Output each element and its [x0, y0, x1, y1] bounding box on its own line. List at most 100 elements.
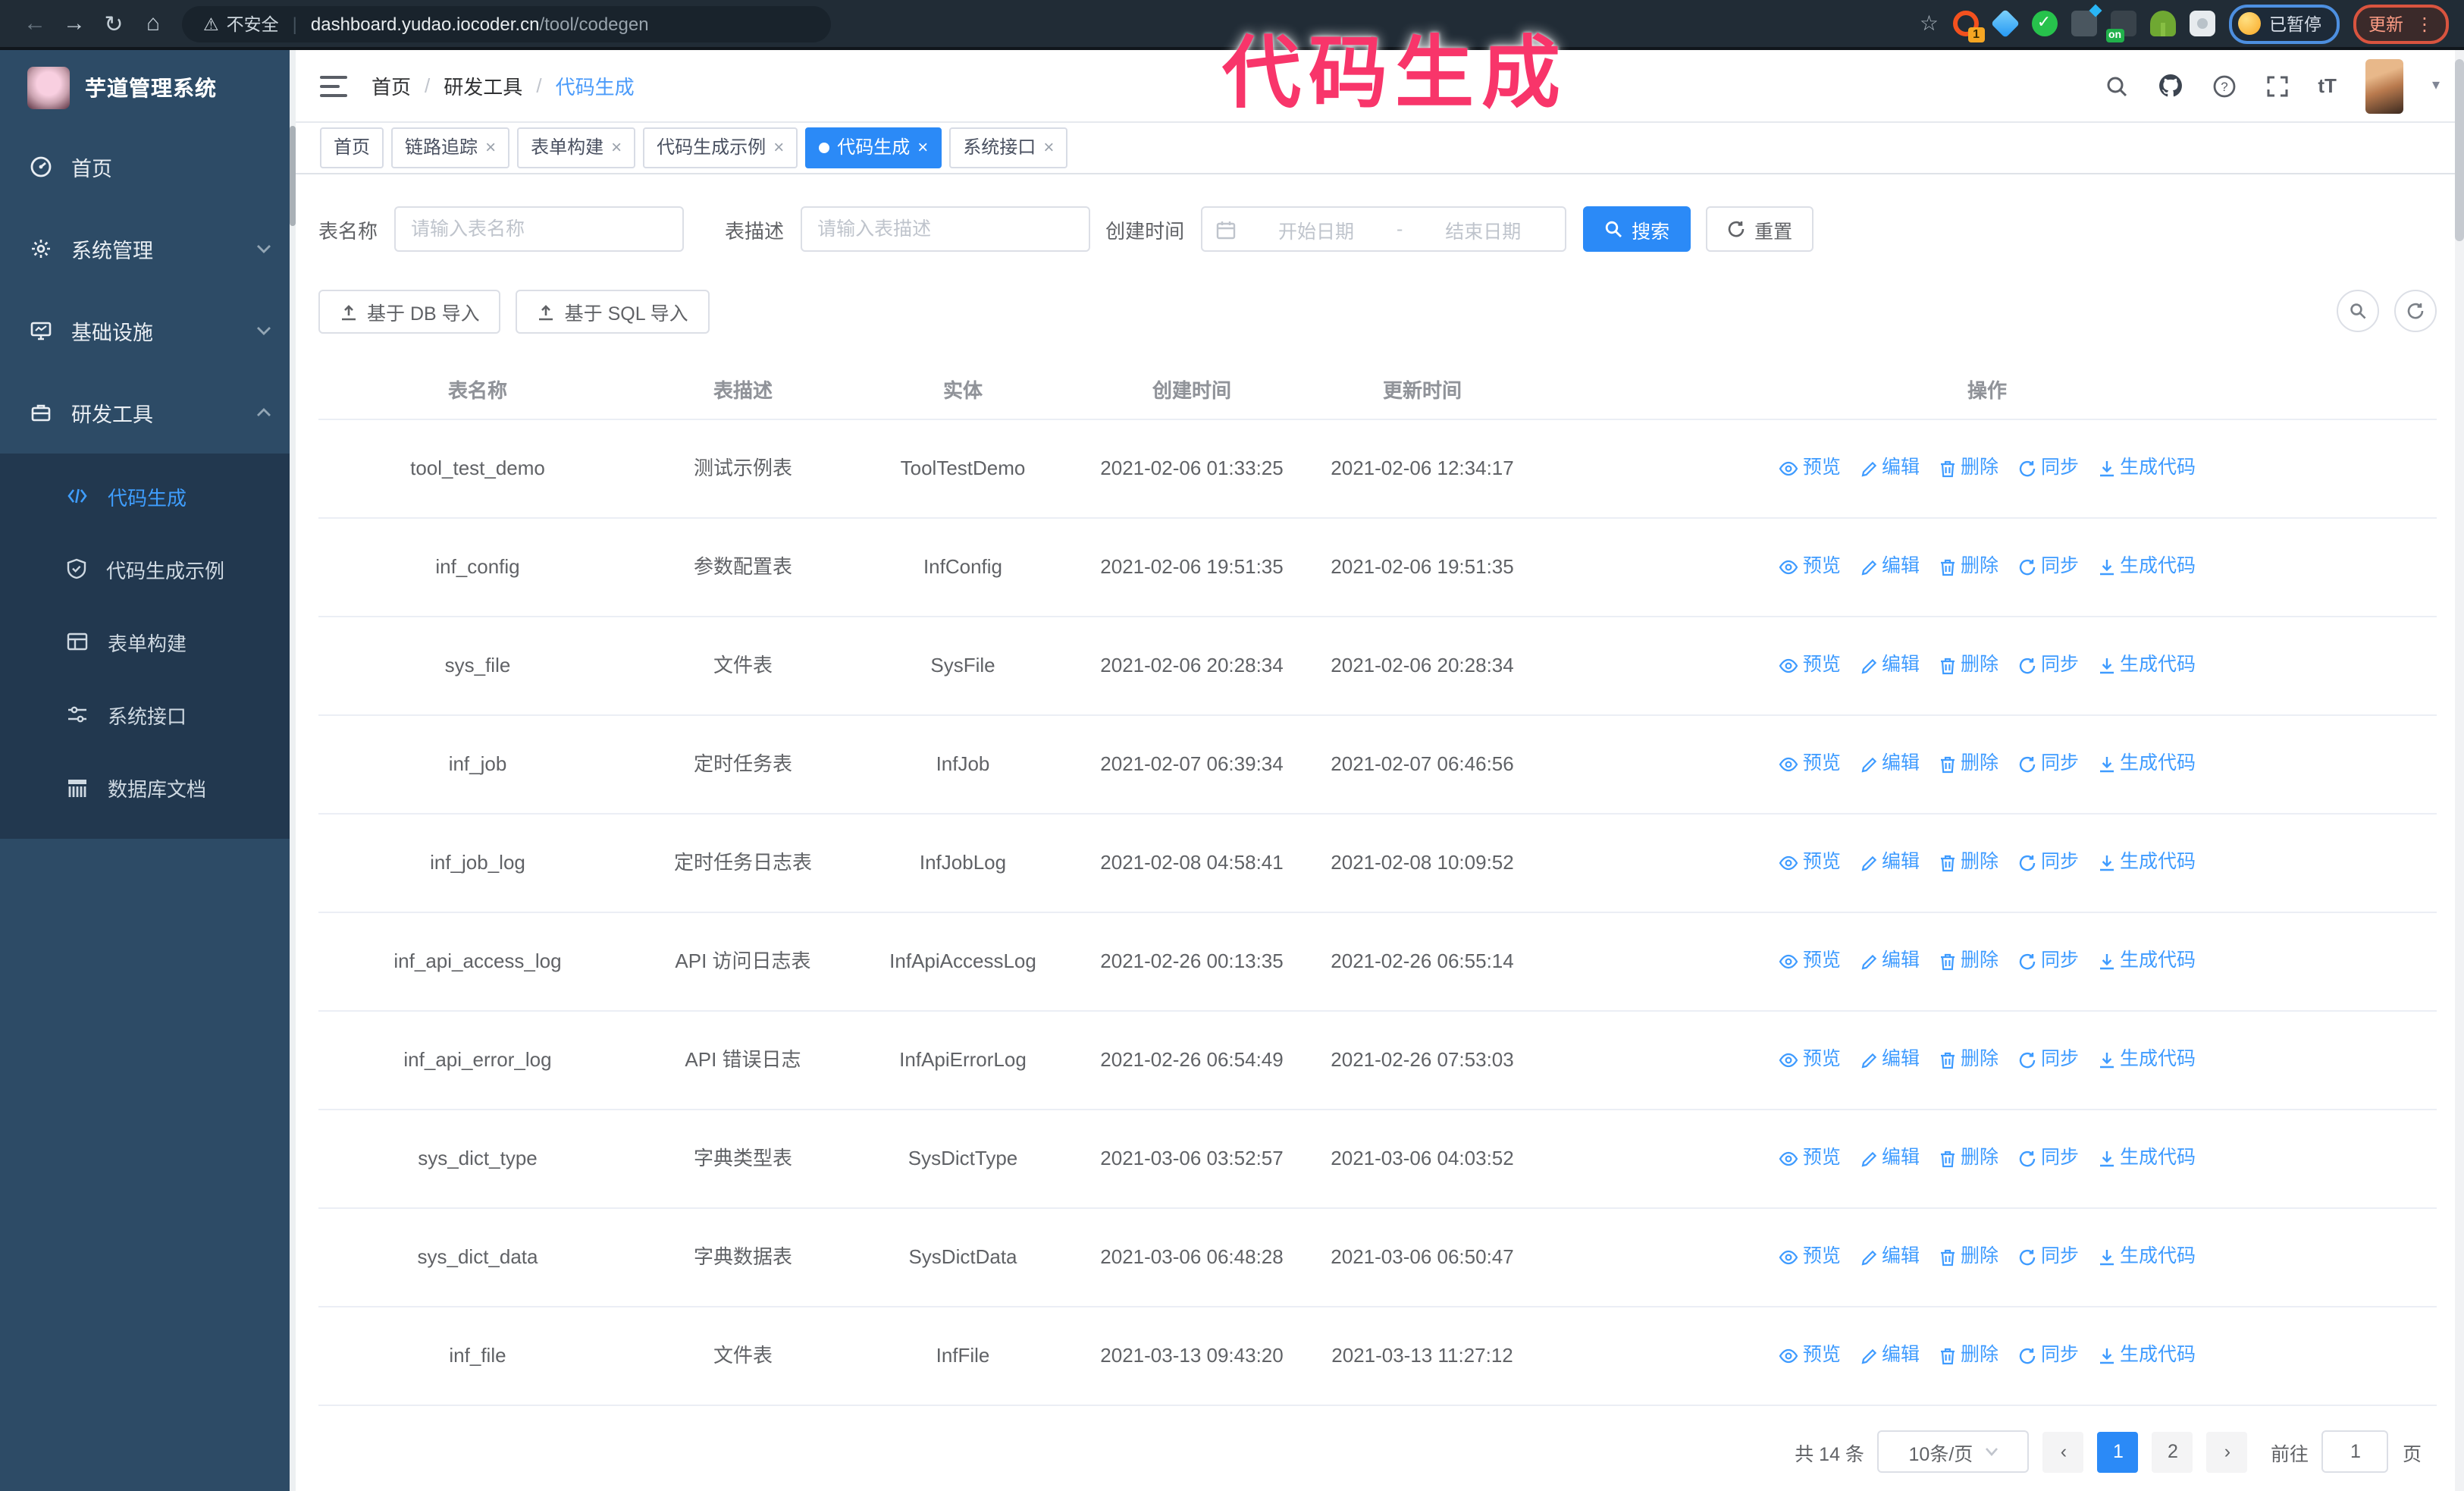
edit-link[interactable]: 编辑 [1861, 750, 1920, 780]
tab-home[interactable]: 首页 [320, 127, 384, 168]
generate-code-link[interactable]: 生成代码 [2099, 454, 2196, 484]
sidebar-item-codegen-example[interactable]: 代码生成示例 [0, 532, 296, 605]
preview-link[interactable]: 预览 [1779, 947, 1841, 977]
help-icon[interactable]: ? [2212, 74, 2236, 98]
address-bar[interactable]: ⚠ 不安全 | dashboard.yudao.iocoder.cn/tool/c… [182, 5, 831, 42]
generate-code-link[interactable]: 生成代码 [2099, 849, 2196, 878]
sync-link[interactable]: 同步 [2018, 454, 2079, 484]
preview-link[interactable]: 预览 [1779, 651, 1841, 681]
bookmark-star-icon[interactable]: ☆ [1920, 11, 1939, 36]
preview-link[interactable]: 预览 [1779, 750, 1841, 780]
sync-link[interactable]: 同步 [2018, 553, 2079, 582]
extensions-puzzle-icon[interactable] [2189, 11, 2215, 36]
search-button[interactable]: 搜索 [1583, 206, 1691, 252]
profile-paused-chip[interactable]: 已暂停 [2228, 4, 2340, 43]
close-icon[interactable]: × [485, 129, 496, 167]
generate-code-link[interactable]: 生成代码 [2099, 1342, 2196, 1371]
edit-link[interactable]: 编辑 [1861, 849, 1920, 878]
search-icon[interactable] [2104, 74, 2128, 98]
sidebar-item-codegen[interactable]: 代码生成 [0, 460, 296, 532]
page-2-button[interactable]: 2 [2152, 1431, 2193, 1472]
sync-link[interactable]: 同步 [2018, 750, 2079, 780]
sync-link[interactable]: 同步 [2018, 1144, 2079, 1174]
sidebar-item-form-builder[interactable]: 表单构建 [0, 605, 296, 678]
generate-code-link[interactable]: 生成代码 [2099, 947, 2196, 977]
table-desc-input[interactable] [801, 206, 1091, 252]
delete-link[interactable]: 删除 [1939, 553, 1998, 582]
sidebar-item-system-api[interactable]: 系统接口 [0, 678, 296, 751]
tab-codegen-example[interactable]: 代码生成示例 × [643, 127, 798, 168]
preview-link[interactable]: 预览 [1779, 849, 1841, 878]
sync-link[interactable]: 同步 [2018, 947, 2079, 977]
sync-link[interactable]: 同步 [2018, 651, 2079, 681]
hide-search-button[interactable] [2337, 290, 2379, 332]
github-icon[interactable] [2157, 73, 2183, 99]
delete-link[interactable]: 删除 [1939, 1046, 1998, 1075]
reset-button[interactable]: 重置 [1706, 206, 1814, 252]
extension-check-icon[interactable]: ✓ [2031, 11, 2057, 36]
tab-codegen[interactable]: 代码生成 × [805, 127, 942, 168]
close-icon[interactable]: × [1043, 129, 1054, 167]
tab-system-api[interactable]: 系统接口 × [949, 127, 1068, 168]
preview-link[interactable]: 预览 [1779, 1144, 1841, 1174]
prev-page-button[interactable]: ‹ [2042, 1431, 2084, 1472]
delete-link[interactable]: 删除 [1939, 750, 1998, 780]
sidebar-item-infrastructure[interactable]: 基础设施 [0, 290, 296, 372]
page-1-button[interactable]: 1 [2097, 1431, 2139, 1472]
sidebar-scrollbar-thumb[interactable] [290, 126, 296, 226]
close-icon[interactable]: × [773, 129, 784, 167]
goto-page-input[interactable] [2321, 1430, 2389, 1473]
edit-link[interactable]: 编辑 [1861, 454, 1920, 484]
delete-link[interactable]: 删除 [1939, 1243, 1998, 1273]
generate-code-link[interactable]: 生成代码 [2099, 1144, 2196, 1174]
next-page-button[interactable]: › [2206, 1431, 2248, 1472]
refresh-table-button[interactable] [2394, 290, 2437, 332]
browser-home-icon[interactable]: ⌂ [133, 11, 173, 36]
breadcrumb-home[interactable]: 首页 [371, 71, 411, 100]
window-scrollbar-thumb[interactable] [2455, 59, 2464, 241]
page-url[interactable]: dashboard.yudao.iocoder.cn/tool/codegen [311, 13, 649, 34]
delete-link[interactable]: 删除 [1939, 947, 1998, 977]
generate-code-link[interactable]: 生成代码 [2099, 1046, 2196, 1075]
preview-link[interactable]: 预览 [1779, 1243, 1841, 1273]
table-name-input[interactable] [394, 206, 685, 252]
sidebar-toggle-icon[interactable] [320, 75, 347, 96]
sidebar-item-system[interactable]: 系统管理 [0, 208, 296, 290]
import-db-button[interactable]: 基于 DB 导入 [318, 290, 501, 334]
breadcrumb-dev-tools[interactable]: 研发工具 [444, 71, 522, 100]
preview-link[interactable]: 预览 [1779, 1046, 1841, 1075]
font-size-icon[interactable]: tT [2318, 74, 2337, 97]
extension-columns-icon[interactable] [2071, 11, 2096, 36]
delete-link[interactable]: 删除 [1939, 1144, 1998, 1174]
edit-link[interactable]: 编辑 [1861, 651, 1920, 681]
delete-link[interactable]: 删除 [1939, 454, 1998, 484]
sync-link[interactable]: 同步 [2018, 1342, 2079, 1371]
generate-code-link[interactable]: 生成代码 [2099, 651, 2196, 681]
browser-reload-icon[interactable]: ↻ [94, 10, 133, 37]
browser-menu-icon[interactable]: ⋮ [2415, 13, 2434, 34]
sync-link[interactable]: 同步 [2018, 849, 2079, 878]
edit-link[interactable]: 编辑 [1861, 553, 1920, 582]
browser-back-icon[interactable]: ← [15, 11, 55, 36]
edit-link[interactable]: 编辑 [1861, 1046, 1920, 1075]
browser-update-button[interactable]: 更新 ⋮ [2353, 4, 2449, 43]
edit-link[interactable]: 编辑 [1861, 1342, 1920, 1371]
edit-link[interactable]: 编辑 [1861, 947, 1920, 977]
app-logo[interactable]: 芋道管理系统 [0, 50, 296, 126]
close-icon[interactable]: × [917, 129, 928, 167]
extension-dark-icon[interactable]: on [2105, 11, 2136, 42]
sync-link[interactable]: 同步 [2018, 1046, 2079, 1075]
tab-form-builder[interactable]: 表单构建 × [517, 127, 636, 168]
sidebar-item-db-doc[interactable]: 数据库文档 [0, 751, 296, 824]
sidebar-item-home[interactable]: 首页 [0, 126, 296, 208]
import-sql-button[interactable]: 基于 SQL 导入 [516, 290, 710, 334]
extension-key-icon[interactable] [2149, 11, 2175, 36]
edit-link[interactable]: 编辑 [1861, 1243, 1920, 1273]
extension-orange-icon[interactable]: 1 [1952, 11, 1984, 42]
browser-forward-icon[interactable]: → [55, 11, 94, 36]
user-avatar[interactable] [2365, 58, 2403, 113]
delete-link[interactable]: 删除 [1939, 651, 1998, 681]
generate-code-link[interactable]: 生成代码 [2099, 1243, 2196, 1273]
preview-link[interactable]: 预览 [1779, 1342, 1841, 1371]
preview-link[interactable]: 预览 [1779, 553, 1841, 582]
